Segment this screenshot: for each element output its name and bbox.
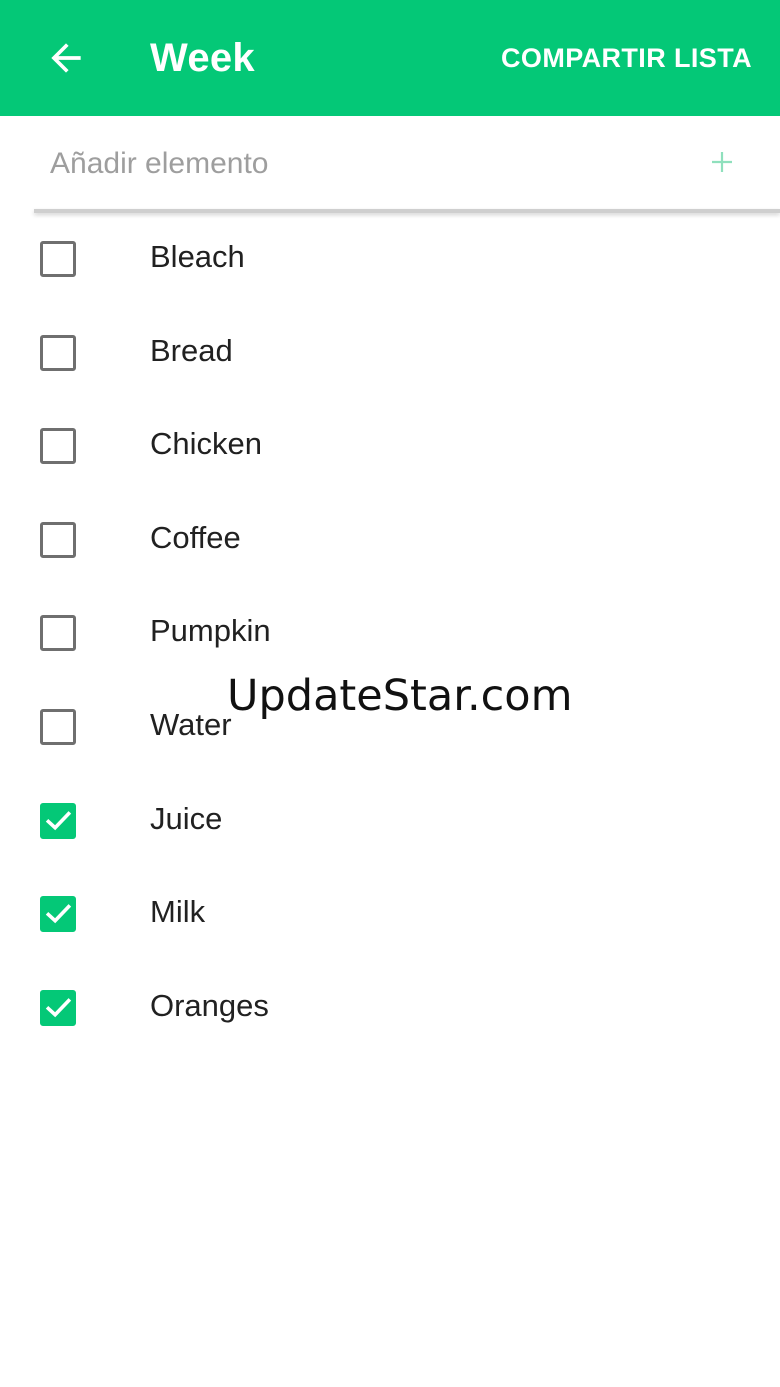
plus-icon <box>712 152 732 172</box>
share-list-button[interactable]: COMPARTIR LISTA <box>501 40 752 76</box>
list-item[interactable]: Bread <box>0 305 780 399</box>
list-item-label: Juice <box>150 800 223 836</box>
app-screen: Week COMPARTIR LISTA Bleach Bread Chicken C… <box>0 0 780 1387</box>
list-item-label: Pumpkin <box>150 613 271 649</box>
list-item[interactable]: Oranges <box>0 960 780 1054</box>
list-item[interactable]: Bleach <box>0 211 780 305</box>
shopping-list: Bleach Bread Chicken Coffee Pumpkin Water Juic… <box>0 211 780 1053</box>
list-item-label: Chicken <box>150 426 262 462</box>
checkbox-unchecked[interactable] <box>40 334 76 371</box>
add-item-input[interactable] <box>50 140 650 188</box>
app-bar: Week COMPARTIR LISTA <box>0 0 780 116</box>
list-item-label: Milk <box>150 894 206 930</box>
list-item[interactable]: Milk <box>0 866 780 960</box>
list-item-label: Bread <box>150 332 233 368</box>
add-item-button[interactable] <box>706 146 738 178</box>
check-icon <box>45 997 72 1018</box>
list-item[interactable]: Coffee <box>0 492 780 586</box>
list-item-label: Bleach <box>150 239 245 274</box>
checkbox-unchecked[interactable] <box>40 615 76 652</box>
checkbox-unchecked[interactable] <box>40 521 76 558</box>
checkbox-unchecked[interactable] <box>40 428 76 465</box>
checkbox-checked[interactable] <box>40 802 76 839</box>
checkbox-unchecked[interactable] <box>40 241 76 277</box>
check-icon <box>45 904 72 924</box>
list-item[interactable]: Juice <box>0 773 780 867</box>
checkbox-checked[interactable] <box>40 896 76 933</box>
list-item-label: Coffee <box>150 519 241 555</box>
list-item-label: Water <box>150 706 232 742</box>
list-item[interactable]: Pumpkin <box>0 585 780 679</box>
page-title: Week <box>150 36 255 80</box>
list-item[interactable]: Chicken <box>0 398 780 492</box>
checkbox-checked[interactable] <box>40 989 76 1026</box>
back-button[interactable] <box>44 36 88 80</box>
check-icon <box>45 810 72 830</box>
list-item[interactable]: Water <box>0 679 780 773</box>
list-item-label: Oranges <box>150 987 269 1023</box>
arrow-back-icon <box>51 43 81 73</box>
add-item-bar <box>0 116 780 211</box>
checkbox-unchecked[interactable] <box>40 708 76 745</box>
